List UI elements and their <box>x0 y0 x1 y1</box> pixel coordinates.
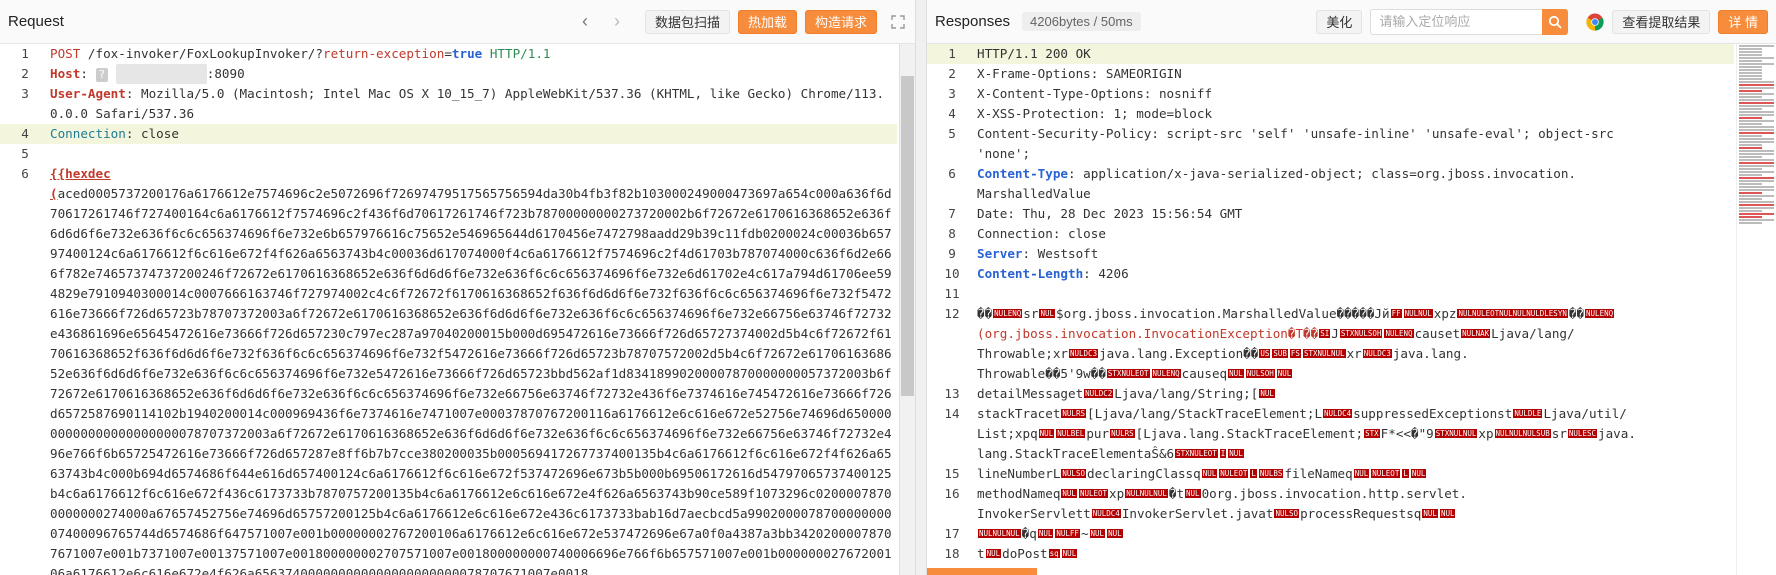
details-button[interactable]: 详 情 <box>1718 9 1768 34</box>
code-line-wrap: InvokerServlett NULDC4 InvokerServlet.java… <box>977 506 1456 521</box>
response-minimap[interactable] <box>1736 44 1776 575</box>
code-line-wrap: Throwable��5'9w�� STXNULEOT NULENQ causeq NU… <box>977 366 1293 381</box>
code-line: 5 Content-Security-Policy: script-src 'se… <box>948 126 1614 141</box>
code-line: 5 <box>21 146 29 161</box>
view-extract-results-button[interactable]: 查看提取结果 <box>1612 9 1711 34</box>
code-line: 10 Content-Length: 4206 <box>944 266 1129 281</box>
forward-arrow-icon[interactable]: › <box>605 11 629 32</box>
build-request-button[interactable]: 构造请求 <box>804 9 877 34</box>
code-line: 17 NULNULNUL �q NUL NULFF ~ NUL NUL <box>944 526 1123 541</box>
chrome-icon[interactable] <box>1586 13 1604 31</box>
code-line: 2 Host: ? 192.168.10.1:8090 <box>0 64 897 84</box>
code-line: 12 �� NULENQ sr NUL $org.jboss.invocation.Mar… <box>944 306 1615 321</box>
back-arrow-icon[interactable]: ‹ <box>573 11 597 32</box>
code-line: 7 Date: Thu, 28 Dec 2023 15:56:54 GMT <box>948 206 1243 221</box>
response-progress-bar <box>927 568 1037 575</box>
code-line: 8 Connection: close <box>948 226 1106 241</box>
code-line-wrap: MarshalledValue <box>977 186 1091 201</box>
code-line-wrap: lang.StackTraceElementaŜ&6 STXNULEOT I NUL <box>977 446 1244 461</box>
response-size-badge: 4206bytes / 50ms <box>1022 12 1141 31</box>
code-line: 6 {{hexdec <box>21 166 111 181</box>
code-line: 3 X-Content-Type-Options: nosniff <box>948 86 1213 101</box>
response-panel: Responses 4206bytes / 50ms 美化 查看提取结果 详 情… <box>926 0 1776 575</box>
locate-search <box>1370 8 1569 35</box>
code-line: 11 <box>944 286 960 301</box>
code-line: 15 lineNumberL NULSO declaringClassq NUL NULE… <box>944 466 1427 481</box>
request-editor[interactable]: 1 POST /fox-invoker/FoxLookupInvoker/?re… <box>0 44 915 575</box>
request-panel: Request ‹ › 数据包扫描 热加载 构造请求 1 POST /fox-i… <box>0 0 916 575</box>
code-line: 3 User-Agent: Mozilla/5.0 (Macintosh; In… <box>21 86 885 121</box>
search-icon[interactable] <box>1542 8 1569 35</box>
response-editor[interactable]: 1 HTTP/1.1 200 OK 2 X-Frame-Options: SAMEO… <box>927 44 1776 575</box>
code-line: 2 X-Frame-Options: SAMEORIGIN <box>948 66 1182 81</box>
code-line-active: 4 Connection: close <box>0 124 897 144</box>
code-line-active: 1 HTTP/1.1 200 OK <box>927 44 1734 64</box>
code-line: 1 POST /fox-invoker/FoxLookupInvoker/?re… <box>21 46 551 61</box>
hidden-host-badge: ? <box>95 68 109 82</box>
code-line-wrap: (org.jboss.invocation.InvocationExceptio… <box>977 326 1575 341</box>
code-line-wrap: List;xpq NUL NULBEL pur NULRS [Ljava.lang.Sta… <box>977 426 1636 441</box>
masked-host: 192.168.10.1 <box>115 64 207 84</box>
code-line: 13 detailMessaget NULDC2 Ljava/lang/String;… <box>944 386 1275 401</box>
code-line: 14 stackTracet NULRS [Ljava/lang/StackTrace… <box>944 406 1627 421</box>
code-line: 16 methodNameq NUL NULEOT xp NULNULNUL �t NUL 0o… <box>944 486 1467 501</box>
code-line: 18 t NUL doPost sq NUL <box>944 546 1078 561</box>
code-line: 4 X-XSS-Protection: 1; mode=block <box>948 106 1213 121</box>
locate-response-input[interactable] <box>1370 8 1543 35</box>
packet-scan-button[interactable]: 数据包扫描 <box>644 9 730 34</box>
response-title: Responses <box>935 13 1011 30</box>
code-line: 9 Server: Westsoft <box>948 246 1099 261</box>
expand-icon[interactable] <box>889 13 907 31</box>
hex-payload: (aced0005737200176a6176612e7574696c2e507… <box>50 186 892 575</box>
response-header: Responses 4206bytes / 50ms 美化 查看提取结果 详 情 <box>927 0 1776 44</box>
request-header: Request ‹ › 数据包扫描 热加载 构造请求 <box>0 0 915 44</box>
request-scrollbar[interactable] <box>899 44 915 575</box>
code-line-wrap: Throwable;xr NULDC3 java.lang.Exception�� U… <box>977 346 1469 361</box>
request-title: Request <box>8 13 64 30</box>
beautify-button[interactable]: 美化 <box>1316 9 1363 34</box>
code-line: 6 Content-Type: application/x-java-serial… <box>948 166 1576 181</box>
code-line-wrap: 'none'; <box>977 146 1031 161</box>
hot-reload-button[interactable]: 热加载 <box>737 9 797 34</box>
